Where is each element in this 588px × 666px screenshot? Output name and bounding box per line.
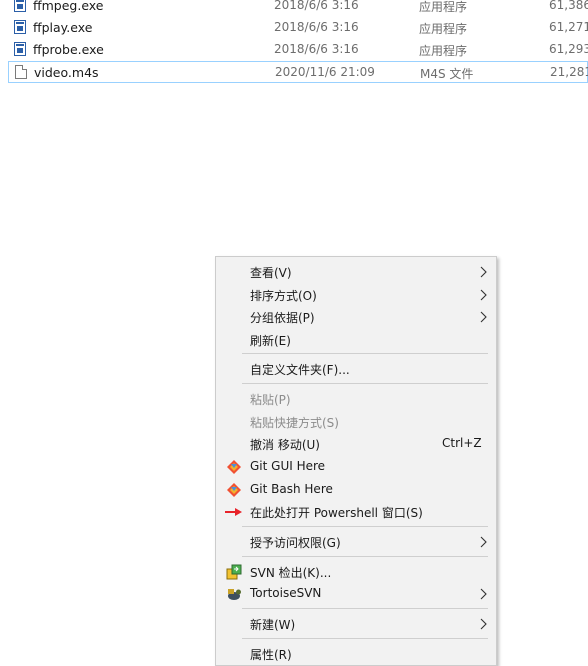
- file-size: 61,271: [549, 20, 588, 34]
- menu-item-svn-checkout[interactable]: SVN 检出(K)...: [216, 561, 496, 583]
- file-date: 2018/6/6 3:16: [274, 0, 359, 12]
- menu-separator: [242, 383, 488, 384]
- file-type: 应用程序: [419, 44, 468, 58]
- menu-item-label: 授予访问权限(G): [250, 536, 341, 550]
- menu-item-undo[interactable]: 撤消 移动(U) Ctrl+Z: [216, 433, 496, 455]
- menu-separator: [242, 353, 488, 354]
- file-name: video.m4s: [34, 65, 99, 80]
- file-size: 61,386: [549, 0, 588, 12]
- menu-item-label: 分组依据(P): [250, 311, 315, 325]
- menu-item-label: 查看(V): [250, 266, 292, 280]
- menu-item-powershell[interactable]: 在此处打开 Powershell 窗口(S): [216, 501, 496, 523]
- file-name: ffmpeg.exe: [33, 0, 104, 13]
- shortcut-label: Ctrl+Z: [442, 436, 482, 450]
- menu-item-properties[interactable]: 属性(R): [216, 643, 496, 665]
- menu-item-view[interactable]: 查看(V): [216, 261, 496, 283]
- file-date: 2020/11/6 21:09: [275, 65, 375, 79]
- menu-item-label: 粘贴(P): [250, 393, 291, 407]
- menu-item-paste-shortcut[interactable]: 粘贴快捷方式(S): [216, 411, 496, 433]
- menu-item-label: 排序方式(O): [250, 289, 317, 303]
- file-row[interactable]: ffmpeg.exe 2018/6/6 3:16 应用程序 61,386: [8, 0, 588, 17]
- chevron-right-icon: [480, 289, 487, 301]
- menu-separator: [242, 638, 488, 639]
- menu-item-label: 撤消 移动(U): [250, 438, 320, 452]
- file-row[interactable]: ffplay.exe 2018/6/6 3:16 应用程序 61,271: [8, 17, 588, 39]
- exe-icon: [14, 42, 26, 56]
- menu-separator: [242, 608, 488, 609]
- chevron-right-icon: [480, 536, 487, 548]
- tortoisesvn-icon: [228, 589, 241, 600]
- file-date: 2018/6/6 3:16: [274, 20, 359, 34]
- chevron-right-icon: [480, 266, 487, 278]
- chevron-right-icon: [480, 618, 487, 630]
- file-icon: [15, 65, 27, 79]
- menu-item-paste[interactable]: 粘贴(P): [216, 388, 496, 410]
- menu-item-label: TortoiseSVN: [250, 586, 322, 600]
- menu-item-sort[interactable]: 排序方式(O): [216, 284, 496, 306]
- file-type: M4S 文件: [420, 67, 474, 81]
- menu-separator: [242, 556, 488, 557]
- git-bash-icon: [227, 483, 241, 497]
- file-row-selected[interactable]: video.m4s 2020/11/6 21:09 M4S 文件 21,281: [8, 61, 588, 83]
- menu-item-label: SVN 检出(K)...: [250, 566, 332, 580]
- file-type: 应用程序: [419, 0, 468, 14]
- chevron-right-icon: [480, 588, 487, 600]
- menu-item-label: Git GUI Here: [250, 459, 326, 473]
- menu-item-label: 刷新(E): [250, 334, 291, 348]
- file-type: 应用程序: [419, 22, 468, 36]
- menu-item-new[interactable]: 新建(W): [216, 613, 496, 635]
- menu-item-refresh[interactable]: 刷新(E): [216, 329, 496, 351]
- menu-item-git-bash[interactable]: Git Bash Here: [216, 479, 496, 501]
- menu-item-git-gui[interactable]: Git GUI Here: [216, 456, 496, 478]
- file-date: 2018/6/6 3:16: [274, 42, 359, 56]
- menu-separator: [242, 526, 488, 527]
- git-gui-icon: [227, 460, 241, 474]
- menu-item-label: 属性(R): [250, 648, 292, 662]
- menu-item-label: Git Bash Here: [250, 482, 333, 496]
- menu-item-label: 在此处打开 Powershell 窗口(S): [250, 506, 423, 520]
- file-row[interactable]: ffprobe.exe 2018/6/6 3:16 应用程序 61,293: [8, 39, 588, 61]
- chevron-right-icon: [480, 311, 487, 323]
- exe-icon: [14, 20, 26, 34]
- exe-icon: [14, 0, 26, 12]
- menu-item-tortoisesvn[interactable]: TortoiseSVN: [216, 583, 496, 605]
- file-name: ffprobe.exe: [33, 42, 104, 57]
- file-size: 61,293: [549, 42, 588, 56]
- menu-item-label: 新建(W): [250, 618, 296, 632]
- menu-item-label: 自定义文件夹(F)...: [250, 363, 350, 377]
- context-menu: 查看(V) 排序方式(O) 分组依据(P) 刷新(E) 自定义文件夹(F)...…: [215, 256, 497, 666]
- menu-item-group[interactable]: 分组依据(P): [216, 306, 496, 328]
- svn-checkout-icon: [226, 564, 242, 580]
- menu-item-label: 粘贴快捷方式(S): [250, 416, 339, 430]
- menu-item-grant-access[interactable]: 授予访问权限(G): [216, 531, 496, 553]
- red-arrow-icon: [225, 508, 242, 516]
- menu-item-customize[interactable]: 自定义文件夹(F)...: [216, 358, 496, 380]
- file-size: 21,281: [550, 65, 588, 79]
- file-name: ffplay.exe: [33, 20, 93, 35]
